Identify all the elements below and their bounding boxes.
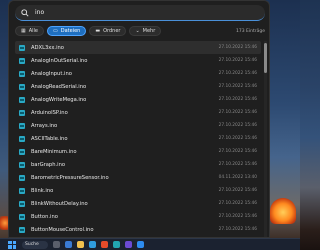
taskbar-search-button[interactable]: Suche <box>22 240 48 249</box>
ino-file-icon <box>19 226 25 233</box>
list-item[interactable]: AnalogReadSerial.ino 27.10.2022 15:46 <box>15 80 261 93</box>
file-name: BlinkWithoutDelay.ino <box>31 200 88 207</box>
file-date: 27.10.2022 15:46 <box>218 123 257 128</box>
file-date: 27.10.2022 15:46 <box>218 110 257 115</box>
windows-logo-tile <box>12 240 16 244</box>
ino-file-icon <box>19 44 25 51</box>
file-name: AnalogInput.ino <box>31 70 72 77</box>
windows-logo-tile <box>12 245 16 249</box>
grid-icon: ▦ <box>21 28 26 34</box>
list-item[interactable]: ADXL3xx.ino 27.10.2022 15:46 <box>15 41 261 54</box>
filter-all-label: Alle <box>28 28 39 34</box>
scrollbar-thumb[interactable] <box>264 43 267 73</box>
list-item[interactable]: barGraph.ino 27.10.2022 15:46 <box>15 158 261 171</box>
search-window: ino ▦ Alle ▭ Dateien ▬ Ordner ⌄ Mehr 173… <box>8 0 270 238</box>
ino-file-icon <box>19 161 25 168</box>
filter-folders-label: Ordner <box>103 28 121 34</box>
arduino-icon[interactable] <box>113 241 120 248</box>
ino-file-icon <box>19 70 25 77</box>
ino-file-icon <box>19 200 25 207</box>
widgets-icon[interactable] <box>65 241 72 248</box>
store-icon[interactable] <box>137 241 144 248</box>
list-item[interactable]: ButtonMouseControl.ino 27.10.2022 15:46 <box>15 223 261 236</box>
ino-file-icon <box>19 135 25 142</box>
list-item[interactable]: Button.ino 27.10.2022 15:46 <box>15 210 261 223</box>
ino-file-icon <box>19 96 25 103</box>
file-date: 27.10.2022 15:46 <box>218 149 257 154</box>
filter-bar: ▦ Alle ▭ Dateien ▬ Ordner ⌄ Mehr 173 Ein… <box>15 25 265 37</box>
file-explorer-icon[interactable] <box>77 241 84 248</box>
wallpaper-glowing-tent <box>270 198 296 224</box>
file-date: 27.10.2022 15:46 <box>218 58 257 63</box>
file-name: AnalogInOutSerial.ino <box>31 57 88 64</box>
taskbar-search-label: Suche <box>25 242 39 247</box>
file-name: Blink.ino <box>31 187 54 194</box>
task-view-icon[interactable] <box>53 241 60 248</box>
file-name: AnalogWriteMega.ino <box>31 96 87 103</box>
firefox-icon[interactable] <box>101 241 108 248</box>
list-item[interactable]: BarometricPressureSensor.ino 04.11.2022 1… <box>15 171 261 184</box>
filter-folders-button[interactable]: ▬ Ordner <box>89 26 127 36</box>
windows-logo-tile <box>8 240 12 244</box>
file-name: AnalogReadSerial.ino <box>31 83 87 90</box>
file-name: ArduinoISP.ino <box>31 109 68 116</box>
search-query: ino <box>35 9 45 16</box>
filter-more-button[interactable]: ⌄ Mehr <box>129 26 162 36</box>
file-date: 27.10.2022 15:46 <box>218 162 257 167</box>
file-name: ButtonMouseControl.ino <box>31 226 94 233</box>
file-name: barGraph.ino <box>31 161 66 168</box>
filter-files-label: Dateien <box>60 28 81 34</box>
file-name: BarometricPressureSensor.ino <box>31 174 109 181</box>
filter-files-button[interactable]: ▭ Dateien <box>47 26 87 36</box>
file-date: 27.10.2022 15:46 <box>218 188 257 193</box>
filter-more-label: Mehr <box>142 28 156 34</box>
filter-all-button[interactable]: ▦ Alle <box>15 26 45 36</box>
file-date: 27.10.2022 15:46 <box>218 201 257 206</box>
results-list: ADXL3xx.ino 27.10.2022 15:46 AnalogInOutS… <box>15 41 261 237</box>
file-name: ADXL3xx.ino <box>31 44 64 51</box>
file-date: 04.11.2022 13:40 <box>218 175 257 180</box>
file-date: 27.10.2022 15:46 <box>218 71 257 76</box>
edge-browser-icon[interactable] <box>89 241 96 248</box>
file-date: 27.10.2022 15:46 <box>218 214 257 219</box>
ino-file-icon <box>19 148 25 155</box>
file-name: ASCIITable.ino <box>31 135 68 142</box>
file-name: Arrays.ino <box>31 122 58 129</box>
start-button[interactable] <box>8 240 16 249</box>
chevron-down-icon: ⌄ <box>135 28 140 34</box>
folder-icon: ▬ <box>95 28 101 34</box>
taskbar: Suche <box>0 238 300 250</box>
ino-file-icon <box>19 213 25 220</box>
ino-file-icon <box>19 109 25 116</box>
desktop-wallpaper-left <box>0 0 8 250</box>
file-date: 27.10.2022 15:46 <box>218 45 257 50</box>
windows-logo-tile <box>8 245 12 249</box>
file-date: 27.10.2022 15:46 <box>218 227 257 232</box>
ino-file-icon <box>19 187 25 194</box>
results-scrollbar[interactable] <box>264 41 267 237</box>
file-date: 27.10.2022 15:46 <box>218 84 257 89</box>
list-item[interactable]: AnalogWriteMega.ino 27.10.2022 15:46 <box>15 93 261 106</box>
ino-file-icon <box>19 83 25 90</box>
ino-file-icon <box>19 174 25 181</box>
list-item[interactable]: BlinkWithoutDelay.ino 27.10.2022 15:46 <box>15 197 261 210</box>
search-input[interactable]: ino <box>15 5 265 21</box>
file-name: BareMinimum.ino <box>31 148 77 155</box>
list-item[interactable]: AnalogInOutSerial.ino 27.10.2022 15:46 <box>15 54 261 67</box>
file-name: Button.ino <box>31 213 58 220</box>
list-item[interactable]: ASCIITable.ino 27.10.2022 15:46 <box>15 132 261 145</box>
result-count: 173 Einträge <box>236 28 265 34</box>
list-item[interactable]: Blink.ino 27.10.2022 15:46 <box>15 184 261 197</box>
list-item[interactable]: AnalogInput.ino 27.10.2022 15:46 <box>15 67 261 80</box>
list-item[interactable]: Arrays.ino 27.10.2022 15:46 <box>15 119 261 132</box>
list-item[interactable]: ArduinoISP.ino 27.10.2022 15:46 <box>15 106 261 119</box>
search-icon <box>21 8 29 17</box>
app-icon[interactable] <box>125 241 132 248</box>
list-item[interactable]: BareMinimum.ino 27.10.2022 15:46 <box>15 145 261 158</box>
file-icon: ▭ <box>53 28 58 34</box>
ino-file-icon <box>19 57 25 64</box>
file-date: 27.10.2022 15:46 <box>218 136 257 141</box>
file-date: 27.10.2022 15:46 <box>218 97 257 102</box>
ino-file-icon <box>19 122 25 129</box>
